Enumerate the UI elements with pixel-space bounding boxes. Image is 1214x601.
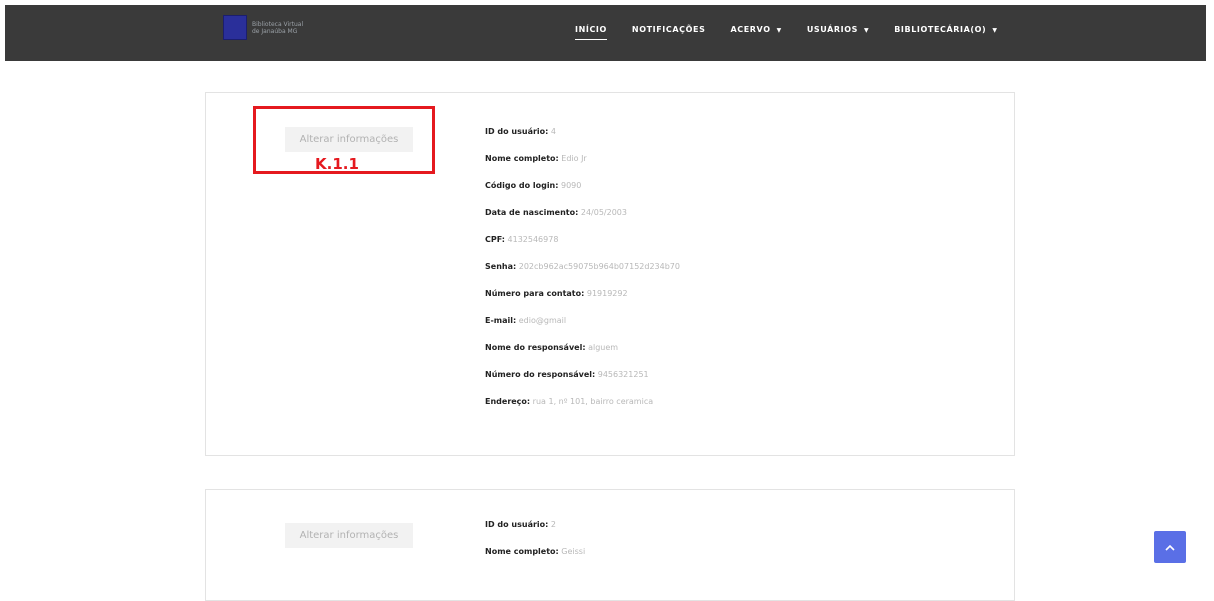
nav-acervo[interactable]: ACERVO ▼ bbox=[730, 25, 781, 34]
detail-codigo: Código do login: 9090 bbox=[485, 181, 680, 191]
value: 2 bbox=[550, 520, 556, 529]
edit-info-button[interactable]: Alterar informações bbox=[285, 523, 413, 548]
brand[interactable]: Biblioteca Virtual de Janaúba MG bbox=[223, 15, 303, 40]
value: 4132546978 bbox=[507, 235, 559, 244]
nav-usuarios-label: USUÁRIOS bbox=[806, 25, 859, 34]
user-card: Alterar informações K.1.1 ID do usuário:… bbox=[205, 92, 1015, 456]
value: 91919292 bbox=[586, 289, 628, 298]
value: 9090 bbox=[561, 181, 582, 190]
detail-nome: Nome completo: Edio Jr bbox=[485, 154, 680, 164]
value: edio@gmail bbox=[518, 316, 567, 325]
main-nav: INÍCIO NOTIFICAÇÕES ACERVO ▼ USUÁRIOS ▼ BI… bbox=[575, 25, 1023, 40]
label: Nome completo: bbox=[485, 154, 559, 163]
detail-email: E-mail: edio@gmail bbox=[485, 316, 680, 326]
nav-notificacoes[interactable]: NOTIFICAÇÕES bbox=[632, 25, 706, 34]
detail-senha: Senha: 202cb962ac59075b964b07152d234b70 bbox=[485, 262, 680, 272]
label: E-mail: bbox=[485, 316, 517, 325]
label: Data de nascimento: bbox=[485, 208, 579, 217]
user-card: Alterar informações ID do usuário: 2 Nom… bbox=[205, 489, 1015, 601]
detail-numero-responsavel: Número do responsável: 9456321251 bbox=[485, 370, 680, 380]
brand-line-2: de Janaúba MG bbox=[252, 27, 298, 35]
user-details: ID do usuário: 4 Nome completo: Edio Jr … bbox=[485, 127, 680, 424]
scroll-to-top-button[interactable] bbox=[1154, 531, 1186, 563]
annotation-label: K.1.1 bbox=[315, 155, 359, 173]
value: 202cb962ac59075b964b07152d234b70 bbox=[518, 262, 680, 271]
detail-contato: Número para contato: 91919292 bbox=[485, 289, 680, 299]
nav-bibliotecaria[interactable]: BIBLIOTECÁRIA(O) ▼ bbox=[894, 25, 997, 34]
caret-down-icon: ▼ bbox=[776, 27, 782, 34]
value: 24/05/2003 bbox=[580, 208, 627, 217]
detail-nome: Nome completo: Geissi bbox=[485, 547, 585, 557]
label: Código do login: bbox=[485, 181, 559, 190]
caret-down-icon: ▼ bbox=[864, 27, 870, 34]
label: Endereço: bbox=[485, 397, 531, 406]
label: Nome do responsável: bbox=[485, 343, 586, 352]
navbar: Biblioteca Virtual de Janaúba MG INÍCIO … bbox=[5, 5, 1206, 61]
chevron-up-icon bbox=[1165, 544, 1175, 551]
label: Número para contato: bbox=[485, 289, 585, 298]
caret-down-icon: ▼ bbox=[992, 27, 998, 34]
detail-id: ID do usuário: 4 bbox=[485, 127, 680, 137]
detail-endereco: Endereço: rua 1, nº 101, bairro ceramica bbox=[485, 397, 680, 407]
nav-bibliotecaria-label: BIBLIOTECÁRIA(O) bbox=[894, 25, 987, 34]
user-details: ID do usuário: 2 Nome completo: Geissi bbox=[485, 520, 585, 574]
value: 4 bbox=[550, 127, 556, 136]
brand-logo-icon bbox=[223, 15, 247, 40]
value: Edio Jr bbox=[561, 154, 587, 163]
detail-id: ID do usuário: 2 bbox=[485, 520, 585, 530]
label: Nome completo: bbox=[485, 547, 559, 556]
brand-line-1: Biblioteca Virtual bbox=[252, 20, 304, 28]
nav-usuarios[interactable]: USUÁRIOS ▼ bbox=[807, 25, 869, 34]
detail-responsavel: Nome do responsável: alguem bbox=[485, 343, 680, 353]
label: CPF: bbox=[485, 235, 505, 244]
value: Geissi bbox=[561, 547, 586, 556]
brand-text: Biblioteca Virtual de Janaúba MG bbox=[252, 21, 303, 35]
detail-cpf: CPF: 4132546978 bbox=[485, 235, 680, 245]
nav-inicio[interactable]: INÍCIO bbox=[575, 25, 607, 40]
label: Número do responsável: bbox=[485, 370, 596, 379]
nav-acervo-label: ACERVO bbox=[730, 25, 771, 34]
value: 9456321251 bbox=[597, 370, 649, 379]
label: ID do usuário: bbox=[485, 127, 549, 136]
detail-nascimento: Data de nascimento: 24/05/2003 bbox=[485, 208, 680, 218]
label: Senha: bbox=[485, 262, 517, 271]
value: alguem bbox=[588, 343, 619, 352]
label: ID do usuário: bbox=[485, 520, 549, 529]
value: rua 1, nº 101, bairro ceramica bbox=[532, 397, 654, 406]
